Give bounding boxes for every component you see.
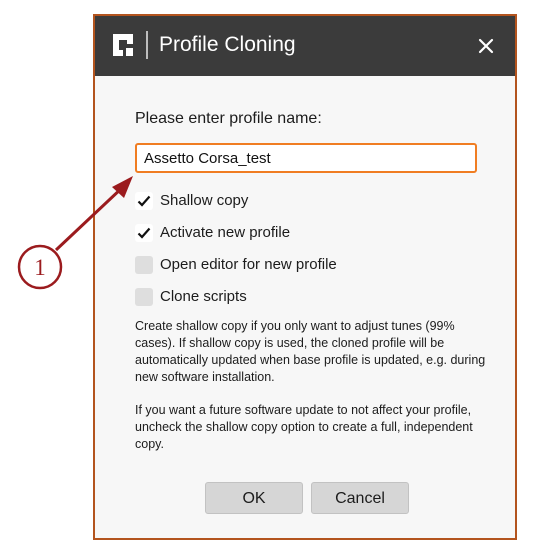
cancel-button[interactable]: Cancel bbox=[311, 482, 409, 514]
close-icon[interactable] bbox=[472, 32, 500, 60]
open-editor-label: Open editor for new profile bbox=[160, 256, 337, 273]
profile-name-input[interactable] bbox=[135, 143, 477, 173]
profile-name-prompt: Please enter profile name: bbox=[135, 110, 322, 127]
shallow-copy-label: Shallow copy bbox=[160, 192, 249, 209]
dialog-titlebar: Profile Cloning bbox=[95, 16, 515, 76]
shallow-copy-help-text: Create shallow copy if you only want to … bbox=[135, 319, 486, 384]
checkbox-box bbox=[135, 288, 153, 306]
checkmark-icon bbox=[137, 227, 151, 239]
title-separator bbox=[146, 31, 148, 59]
app-logo-icon bbox=[113, 34, 133, 56]
checkbox-box bbox=[135, 192, 153, 210]
ok-button[interactable]: OK bbox=[205, 482, 303, 514]
full-copy-help-text: If you want a future software update to … bbox=[135, 403, 473, 451]
checkbox-box bbox=[135, 224, 153, 242]
dialog-title: Profile Cloning bbox=[159, 33, 296, 56]
clone-scripts-label: Clone scripts bbox=[160, 288, 247, 305]
profile-cloning-dialog: Profile Cloning Please enter profile nam… bbox=[93, 14, 517, 540]
callout-number: 1 bbox=[34, 255, 46, 280]
checkmark-icon bbox=[137, 195, 151, 207]
activate-new-profile-label: Activate new profile bbox=[160, 224, 291, 241]
checkbox-box bbox=[135, 256, 153, 274]
